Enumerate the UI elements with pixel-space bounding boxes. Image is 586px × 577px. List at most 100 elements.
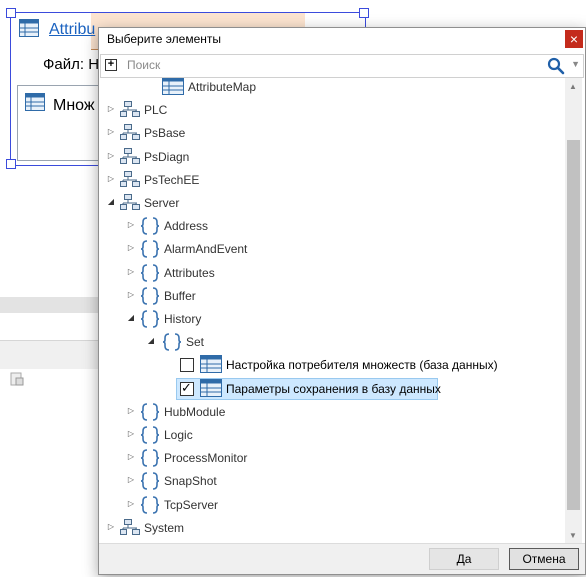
item-checkbox[interactable]: ✓ [180,379,194,396]
collapse-arrow-icon[interactable]: ◢ [106,197,116,206]
paste-icon[interactable] [10,372,24,386]
expand-arrow-icon[interactable]: ▷ [126,499,136,508]
tree-item-label: TcpServer [164,497,219,512]
tree-item-label: Set [186,335,205,350]
expand-arrow-icon[interactable]: ▷ [106,127,116,136]
scroll-down-icon[interactable]: ▼ [569,531,577,540]
element-tree[interactable]: AttributeMap ▷ PLC ▷ PsBase ▷ PsDiagn ▷ PsTechEE… [100,78,565,544]
braces-icon [140,216,160,239]
tree-item[interactable]: ▷ SnapShot [100,470,565,492]
tree-item-label: Параметры сохранения в базу данных [226,381,441,396]
table-icon [25,93,45,111]
resize-handle-top-right[interactable] [359,8,369,18]
braces-icon [140,448,160,471]
tree-item-label: Server [144,196,180,210]
tree-item-label: History [164,312,202,326]
tree-item[interactable]: ▷ ProcessMonitor [100,447,565,469]
tree-item[interactable]: ▷ PsTechEE [100,169,565,191]
tree-item[interactable]: ▷ Attributes [100,262,565,284]
item-checkbox[interactable] [180,358,194,373]
chevron-down-icon[interactable]: ▼ [571,59,580,69]
search-icon[interactable] [547,57,565,75]
expand-arrow-icon[interactable]: ▷ [126,406,136,415]
expand-arrow-icon[interactable]: ▷ [126,290,136,299]
tree-item[interactable]: ▷ PsBase [100,122,565,144]
expand-arrow-icon[interactable]: ▷ [126,452,136,461]
tree-item-leaf[interactable]: Настройка потребителя множеств (база дан… [100,354,565,376]
table-icon [162,78,184,98]
tree-item-leaf[interactable]: ✓ Параметры сохранения в базу данных [100,377,565,400]
network-icon [120,123,142,146]
expand-arrow-icon[interactable]: ▷ [126,220,136,229]
dialog-title: Выберите элементы [107,32,221,46]
tree-item-label: HubModule [164,404,226,419]
cancel-button[interactable]: Отмена [509,548,579,570]
expand-arrow-icon[interactable]: ▷ [126,429,136,438]
tree-item-label: PsBase [144,126,186,141]
collapse-arrow-icon[interactable]: ◢ [126,313,136,322]
expand-arrow-icon[interactable]: ▷ [126,267,136,276]
tree-item[interactable]: ▷ PsDiagn [100,146,565,168]
dialog-titlebar[interactable]: Выберите элементы × [99,28,585,50]
braces-icon [140,263,160,286]
checkmark-icon: ✓ [181,379,192,395]
tree-item[interactable]: ◢ Server [100,192,565,214]
expand-arrow-icon[interactable]: ▷ [126,475,136,484]
network-icon [120,170,142,193]
ok-button[interactable]: Да [429,548,499,570]
tree-item[interactable]: AttributeMap [100,78,565,98]
tree-item[interactable]: ▷ Address [100,215,565,237]
tree-item[interactable]: ▷ HubModule [100,401,565,423]
tree-item-label: Attributes [164,265,215,280]
tree-item-label: Address [164,219,209,234]
tree-item-label: Buffer [164,288,196,303]
tree-item-label: ProcessMonitor [164,451,248,466]
tree-item-label: PsDiagn [144,149,190,164]
scroll-up-icon[interactable]: ▲ [569,82,577,91]
network-icon [120,193,142,216]
table-icon [19,19,39,37]
collapse-arrow-icon[interactable]: ◢ [146,336,156,345]
tree-item-label: AlarmAndEvent [164,242,248,257]
table-icon [200,355,222,376]
resize-handle-top-left[interactable] [6,8,16,18]
resize-handle-bottom-left[interactable] [6,159,16,169]
inner-box-label: Множ [53,97,95,114]
select-elements-dialog: Выберите элементы × + ▼ AttributeMap ▷ PLC… [98,27,586,575]
tree-item-label: AttributeMap [188,80,257,94]
node-title-link[interactable]: Attribu [49,21,95,39]
expand-arrow-icon[interactable]: ▷ [106,174,116,183]
tree-item[interactable]: ▷ Buffer [100,285,565,307]
braces-icon [140,471,160,494]
braces-icon [140,286,160,309]
braces-icon [140,495,160,518]
expand-arrow-icon[interactable]: ▷ [106,104,116,113]
expand-all-icon[interactable]: + [105,59,117,71]
scroll-thumb[interactable] [567,140,580,510]
network-icon [120,518,142,541]
tree-item-label: PLC [144,103,168,118]
tree-item-label: System [144,520,185,535]
expand-arrow-icon[interactable]: ▷ [126,243,136,252]
dialog-footer: Да Отмена [99,543,585,574]
network-icon [120,100,142,123]
expand-arrow-icon[interactable]: ▷ [106,522,116,531]
tree-item[interactable]: ▷ PLC [100,99,565,121]
close-button[interactable]: × [565,30,583,48]
tree-item[interactable]: ▷ TcpServer [100,494,565,516]
tree-item[interactable]: ▷ Logic [100,424,565,446]
expand-arrow-icon[interactable]: ▷ [106,151,116,160]
search-input[interactable] [127,57,527,73]
node-file-label: Файл: Н [43,56,100,73]
braces-icon [140,425,160,448]
tree-scrollbar[interactable]: ▲ ▼ [565,78,582,544]
network-icon [120,147,142,170]
tree-item-label: Logic [164,428,193,442]
tree-item[interactable]: ◢ Set [100,331,565,353]
tree-item[interactable]: ▷ System [100,517,565,539]
braces-icon [140,239,160,262]
close-icon: × [569,31,579,47]
tree-item-label: PsTechEE [144,172,200,187]
tree-item[interactable]: ◢ History [100,308,565,330]
tree-item[interactable]: ▷ AlarmAndEvent [100,238,565,260]
